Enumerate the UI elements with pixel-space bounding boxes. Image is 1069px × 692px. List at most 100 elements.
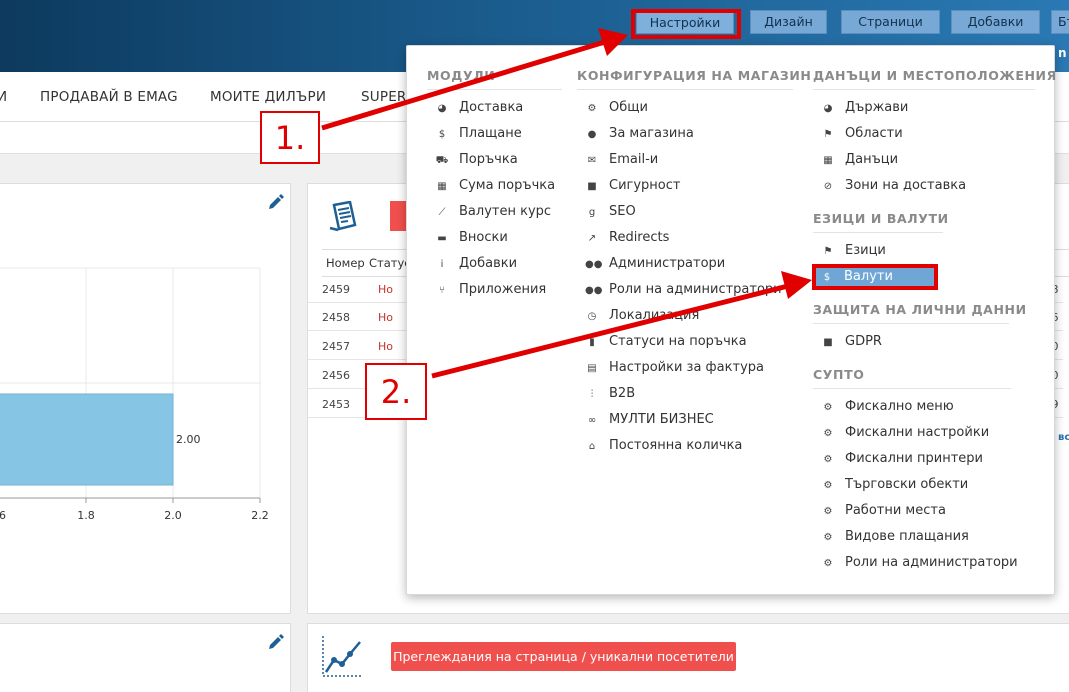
- chart-data-label: 2.00: [176, 433, 201, 446]
- nav-item-my-dealers[interactable]: МОИТЕ ДИЛЪРИ: [210, 89, 326, 105]
- settings-dropdown-menu: МОДУЛИ ◕ Доставка $ Плащане ⛟ Поръчка ▦ Сума…: [406, 45, 1056, 595]
- menu-item-b2b[interactable]: ⫶ B2B: [585, 384, 635, 404]
- menu-item-delivery[interactable]: ◕ Доставка: [435, 98, 524, 118]
- menu-item-about-store[interactable]: ● За магазина: [585, 124, 694, 144]
- menu-item-exchange-rate[interactable]: ⟋ Валутен курс: [435, 202, 552, 222]
- design-button[interactable]: Дизайн: [750, 10, 827, 34]
- users-icon: ●●: [585, 259, 603, 270]
- info-icon: i: [440, 259, 444, 270]
- menu-item-invoice-settings[interactable]: ▤ Настройки за фактура: [585, 358, 764, 378]
- menu-item-order-statuses[interactable]: ▮ Статуси на поръчка: [585, 332, 746, 352]
- gear-icon: ⚙: [823, 558, 833, 569]
- menu-item-payment-types[interactable]: ⚙ Видове плащания: [821, 527, 969, 547]
- menu-item-localization[interactable]: ◷ Локализация: [585, 306, 700, 326]
- sliders-icon: ⫶: [590, 389, 594, 400]
- nav-item-cut[interactable]: И: [0, 89, 7, 105]
- chart-tick-label: 2.2: [251, 509, 269, 522]
- receipt-icon: [329, 201, 357, 232]
- menu-item-general[interactable]: ⚙ Общи: [585, 98, 648, 118]
- top-right-label: n: [1058, 46, 1067, 60]
- menu-item-emails[interactable]: ✉ Email-и: [585, 150, 658, 170]
- step-1-callout: 1.: [260, 111, 320, 164]
- menu-item-countries[interactable]: ◕ Държави: [821, 98, 909, 118]
- dollar-icon: $: [438, 129, 446, 140]
- section-modules-title: МОДУЛИ: [427, 68, 562, 90]
- globe-icon: ◕: [437, 103, 447, 114]
- code-fork-icon: ⑂: [439, 285, 445, 296]
- envelope-icon: ✉: [587, 155, 597, 166]
- view-all-link[interactable]: вс: [1058, 432, 1069, 443]
- chart-panel: 2.00 6 1.8 2.0 2.2: [0, 183, 291, 614]
- menu-item-addons[interactable]: i Добавки: [435, 254, 517, 274]
- chart-line-icon: ⟋: [438, 207, 446, 218]
- gear-icon: ⚙: [823, 402, 833, 413]
- section-supto-title: СУПТО: [813, 367, 1011, 389]
- line-chart-icon: [322, 636, 362, 677]
- menu-item-redirects[interactable]: ↗ Redirects: [585, 228, 670, 248]
- visits-panel: Преглеждания на страница / уникални посе…: [307, 623, 1069, 692]
- chart-tick-label: 6: [0, 509, 6, 522]
- chart-ticks: 6 1.8 2.0 2.2: [0, 498, 269, 522]
- more-button[interactable]: Бъ: [1051, 10, 1069, 34]
- section-store-config-title: КОНФИГУРАЦИЯ НА МАГАЗИН: [577, 68, 811, 90]
- order-number: 2457: [322, 340, 350, 353]
- menu-item-persistent-cart[interactable]: ⌂ Постоянна количка: [585, 436, 743, 456]
- menu-item-multi-business[interactable]: ∞ МУЛТИ БИЗНЕС: [585, 410, 714, 430]
- menu-item-delivery-zones[interactable]: ⊘ Зони на доставка: [821, 176, 966, 196]
- menu-item-gdpr[interactable]: ■ GDPR: [821, 332, 882, 352]
- menu-item-fiscal-menu[interactable]: ⚙ Фискално меню: [821, 397, 954, 417]
- calculator-icon: ▦: [437, 181, 447, 192]
- menu-item-order[interactable]: ⛟ Поръчка: [435, 150, 518, 170]
- menu-item-security[interactable]: ■ Сигурност: [585, 176, 680, 196]
- gear-icon: ⚙: [823, 428, 833, 439]
- google-icon: g: [588, 207, 596, 218]
- credit-card-icon: ▬: [437, 233, 447, 244]
- order-number: 2458: [322, 311, 350, 324]
- menu-item-administrators[interactable]: ●● Администратори: [585, 254, 725, 274]
- menu-item-payment[interactable]: $ Плащане: [435, 124, 522, 144]
- section-taxes-title: ДАНЪЦИ И МЕСТОПОЛОЖЕНИЯ: [813, 68, 1056, 90]
- nav-item-super[interactable]: SUPER: [361, 89, 407, 105]
- gear-icon: ⚙: [587, 103, 597, 114]
- flag-icon: ⚑: [823, 246, 833, 257]
- menu-item-installments[interactable]: ▬ Вноски: [435, 228, 508, 248]
- dollar-icon: $: [823, 272, 831, 283]
- external-link-icon: ↗: [587, 233, 597, 244]
- home-icon: ⌂: [588, 441, 596, 452]
- lock-icon: ■: [823, 337, 833, 348]
- menu-item-order-sum[interactable]: ▦ Сума поръчка: [435, 176, 555, 196]
- menu-item-fiscal-printers[interactable]: ⚙ Фискални принтери: [821, 449, 983, 469]
- menu-item-taxes[interactable]: ▦ Данъци: [821, 150, 898, 170]
- menu-item-regions[interactable]: ⚑ Области: [821, 124, 903, 144]
- menu-item-supto-admin-roles[interactable]: ⚙ Роли на администратори: [821, 553, 1018, 573]
- cart-icon: ⛟: [435, 155, 449, 166]
- menu-item-fiscal-settings[interactable]: ⚙ Фискални настройки: [821, 423, 990, 443]
- bottom-left-panel: [0, 623, 291, 692]
- chart-bars: 2.00: [0, 393, 201, 486]
- order-number: 2456: [322, 369, 350, 382]
- users-icon: ●●: [585, 285, 603, 296]
- menu-item-trade-sites[interactable]: ⚙ Търговски обекти: [821, 475, 969, 495]
- menu-item-currencies[interactable]: $ Валути: [812, 264, 938, 290]
- order-number: 2459: [322, 283, 350, 296]
- order-status[interactable]: Но: [378, 311, 393, 324]
- section-privacy-title: ЗАЩИТА НА ЛИЧНИ ДАННИ: [813, 302, 1026, 324]
- menu-item-workplaces[interactable]: ⚙ Работни места: [821, 501, 946, 521]
- file-icon: ▮: [589, 337, 595, 348]
- gear-icon: ⚙: [823, 480, 833, 491]
- file-text-icon: ▤: [587, 363, 597, 374]
- step-2-callout: 2.: [365, 363, 427, 420]
- globe-icon: ◕: [823, 103, 833, 114]
- pencil-icon[interactable]: [267, 632, 285, 650]
- clock-icon: ◷: [587, 311, 597, 322]
- order-status[interactable]: Но: [378, 283, 393, 296]
- menu-item-admin-roles[interactable]: ●● Роли на администратори: [585, 280, 782, 300]
- visits-button[interactable]: Преглеждания на страница / уникални посе…: [391, 642, 736, 671]
- addons-button[interactable]: Добавки: [951, 10, 1040, 34]
- order-status[interactable]: Но: [378, 340, 393, 353]
- menu-item-languages[interactable]: ⚑ Езици: [821, 241, 886, 261]
- menu-item-seo[interactable]: g SEO: [585, 202, 636, 222]
- pages-button[interactable]: Страници: [841, 10, 940, 34]
- menu-item-apps[interactable]: ⑂ Приложения: [435, 280, 546, 300]
- nav-item-sell-emag[interactable]: ПРОДАВАЙ В EMAG: [40, 89, 178, 105]
